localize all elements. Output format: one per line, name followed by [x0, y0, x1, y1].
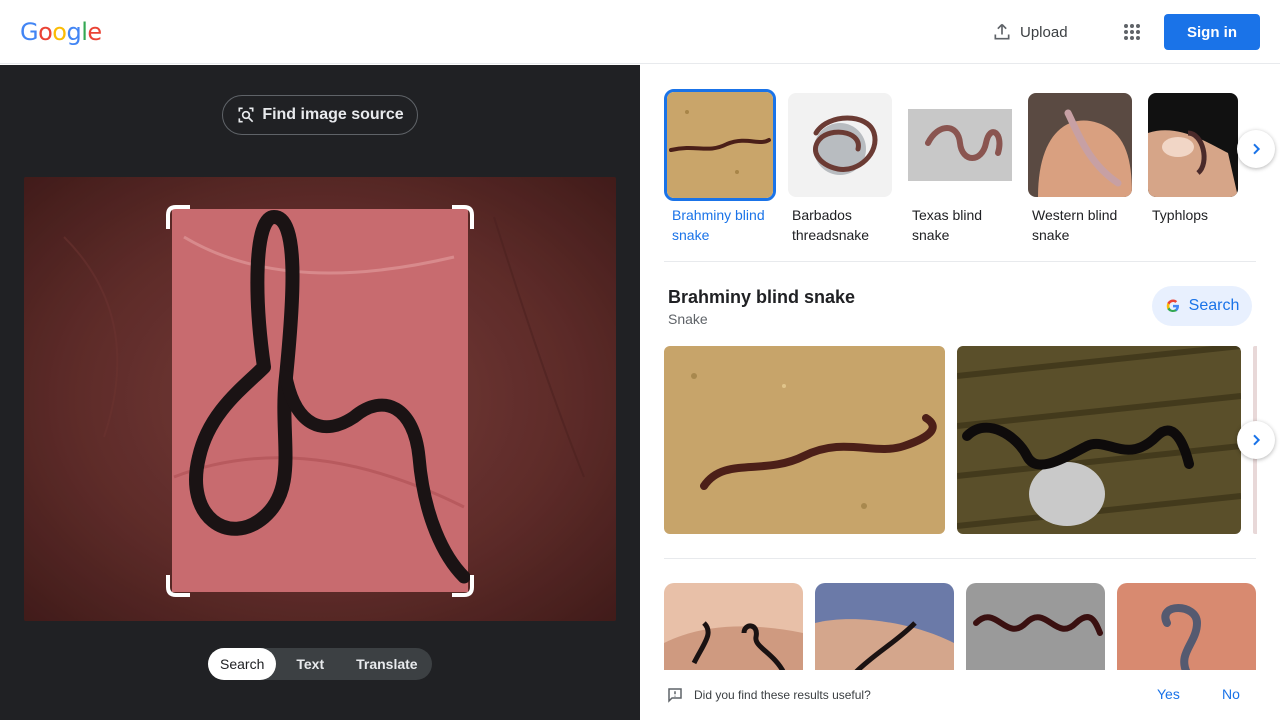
- entity-label: Western blind snake: [1032, 207, 1118, 243]
- entity-label: Texas blind snake: [912, 207, 983, 243]
- entity-thumbnail: [664, 89, 776, 201]
- result-image[interactable]: [966, 583, 1105, 683]
- entity-chip[interactable]: Western blind snake: [1024, 89, 1136, 245]
- results-panel: Brahminy blind snake Barbados threadsnak…: [640, 65, 1280, 720]
- carousel-next-button[interactable]: [1237, 421, 1275, 459]
- upload-icon: [994, 23, 1010, 40]
- upload-label: Upload: [1020, 23, 1068, 41]
- logo-letter: g: [66, 18, 82, 46]
- entity-chip[interactable]: Brahminy blind snake: [664, 89, 776, 245]
- chevron-right-icon: [1253, 434, 1261, 446]
- divider: [664, 558, 1256, 559]
- tab-translate[interactable]: Translate: [338, 648, 429, 680]
- entity-thumbnail: [1148, 93, 1238, 197]
- logo-letter: o: [52, 18, 67, 46]
- logo-letter: G: [20, 18, 39, 46]
- carousel-next-button[interactable]: [1237, 130, 1275, 168]
- tab-text[interactable]: Text: [276, 648, 338, 680]
- result-image[interactable]: [1117, 583, 1256, 683]
- knowledge-title[interactable]: Brahminy blind snake: [668, 287, 855, 308]
- entity-chip[interactable]: Barbados threadsnake: [784, 89, 896, 245]
- logo-letter: o: [38, 18, 53, 46]
- knowledge-subtitle: Snake: [668, 311, 708, 327]
- google-g-icon: [1166, 299, 1179, 312]
- sign-in-button[interactable]: Sign in: [1164, 14, 1260, 50]
- entity-thumbnail: [908, 93, 1012, 197]
- feedback-icon: [668, 688, 682, 703]
- entity-thumbnail: [788, 93, 892, 197]
- top-bar: Google Upload Sign in: [0, 0, 1280, 64]
- feedback-no-button[interactable]: No: [1222, 686, 1240, 702]
- entity-label: Brahminy blind snake: [672, 207, 765, 243]
- result-image[interactable]: [815, 583, 954, 683]
- find-image-source-label: Find image source: [262, 106, 404, 123]
- entity-carousel: Brahminy blind snake Barbados threadsnak…: [664, 89, 1264, 249]
- apps-grid-icon[interactable]: [1120, 20, 1144, 44]
- lens-search-icon: [238, 107, 254, 123]
- query-image[interactable]: [24, 177, 616, 621]
- entity-chip[interactable]: Texas blind snake: [904, 89, 1016, 245]
- tab-search[interactable]: Search: [208, 648, 277, 680]
- logo-letter: e: [87, 18, 102, 46]
- find-image-source-button[interactable]: Find image source: [222, 95, 418, 135]
- upload-button[interactable]: Upload: [992, 20, 1068, 44]
- result-image[interactable]: [957, 346, 1241, 534]
- divider: [664, 261, 1256, 262]
- chevron-right-icon: [1253, 143, 1261, 155]
- result-image[interactable]: [664, 346, 945, 534]
- result-image[interactable]: [664, 583, 803, 683]
- knowledge-search-button[interactable]: Search: [1152, 286, 1252, 326]
- feedback-question: Did you find these results useful?: [694, 688, 871, 702]
- knowledge-search-label: Search: [1188, 297, 1240, 314]
- feedback-yes-button[interactable]: Yes: [1157, 686, 1180, 702]
- entity-label: Typhlops: [1152, 207, 1209, 223]
- feedback-bar: Did you find these results useful? Yes N…: [640, 670, 1280, 720]
- entity-thumbnail: [1028, 93, 1132, 197]
- mode-tabs: Search Text Translate: [208, 648, 432, 680]
- entity-label: Barbados threadsnake: [792, 207, 870, 243]
- query-image-panel: Find image source Search Text Translate: [0, 65, 640, 720]
- google-logo[interactable]: Google: [20, 18, 102, 46]
